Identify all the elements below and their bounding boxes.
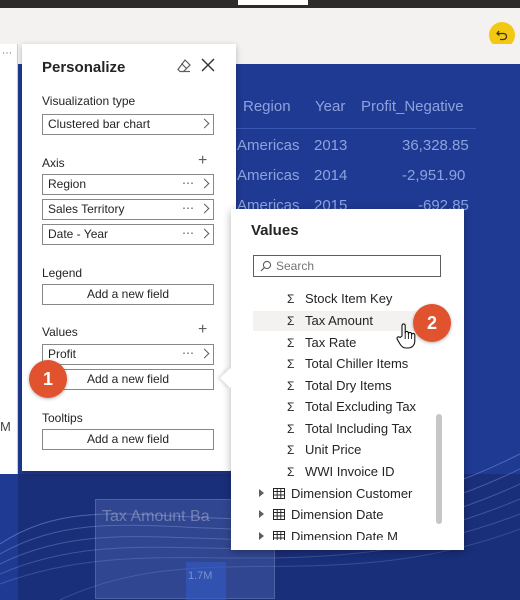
chevron-right-icon <box>199 228 210 239</box>
list-item-label: Total Including Tax <box>305 421 412 436</box>
legend-label: Legend <box>42 266 83 280</box>
chevron-right-icon <box>199 178 210 189</box>
list-item-stock-item-key[interactable]: Σ Stock Item Key <box>253 289 441 309</box>
undo-icon <box>496 30 508 41</box>
list-item-total-excluding-tax[interactable]: Σ Total Excluding Tax <box>253 397 441 417</box>
table-divider <box>236 128 476 129</box>
step-callout-2: 2 <box>413 304 451 342</box>
values-field-label: Profit <box>48 347 77 361</box>
table-icon <box>273 531 285 540</box>
table-header-year: Year <box>315 98 346 115</box>
table-header-profit: Profit_Negative <box>361 98 464 115</box>
sigma-icon: Σ <box>287 422 295 436</box>
add-value-icon[interactable]: + <box>198 322 207 338</box>
more-icon: ⋯ <box>2 48 12 59</box>
flyout-title: Values <box>251 222 299 239</box>
table-node-dimension-date[interactable]: Dimension Date <box>253 504 441 525</box>
visualization-type-value: Clustered bar chart <box>48 117 151 131</box>
left-visual: ⋯ M <box>0 44 18 474</box>
values-flyout: Values Σ Stock Item Key Σ Tax Amount Σ T… <box>220 209 464 550</box>
visualization-type-field[interactable]: Clustered bar chart <box>42 114 214 135</box>
list-item-label: Stock Item Key <box>305 291 393 306</box>
expand-icon[interactable] <box>259 510 264 518</box>
axis-field-sales-territory[interactable]: Sales Territory ⋯ <box>42 199 214 220</box>
list-item-label: Tax Rate <box>305 335 357 350</box>
table-node-dimension-customer[interactable]: Dimension Customer <box>253 483 441 504</box>
tooltips-label: Tooltips <box>42 411 83 425</box>
more-options-icon[interactable]: ⋯ <box>182 174 195 193</box>
hand-cursor-icon <box>396 323 416 349</box>
list-item-total-including-tax[interactable]: Σ Total Including Tax <box>253 419 441 439</box>
axis-field-date-year[interactable]: Date - Year ⋯ <box>42 224 214 245</box>
table-node-dimension-date-m[interactable]: Dimension Date M <box>253 526 441 540</box>
expand-icon[interactable] <box>259 489 264 497</box>
table-icon <box>273 509 285 520</box>
table-cell: -2,951.90 <box>402 167 466 184</box>
table-node-label: Dimension Date M <box>291 529 398 540</box>
search-input[interactable] <box>276 258 436 274</box>
table-cell: 2013 <box>314 137 348 154</box>
panel-title: Personalize <box>42 59 126 76</box>
sigma-icon: Σ <box>287 292 295 306</box>
scrollbar-thumb[interactable] <box>436 414 442 524</box>
expand-icon[interactable] <box>259 532 264 540</box>
background-card-value: 1.7M <box>188 570 213 582</box>
table-cell: 36,328.85 <box>402 137 469 154</box>
table-cell: Americas <box>237 167 300 184</box>
close-icon[interactable] <box>200 57 216 73</box>
add-axis-icon[interactable]: + <box>198 153 207 169</box>
values-label: Values <box>42 325 78 339</box>
sigma-icon: Σ <box>287 314 295 328</box>
legend-add-field-button[interactable]: Add a new field <box>42 284 214 305</box>
list-item-label: Total Excluding Tax <box>305 399 417 414</box>
axis-label: Axis <box>42 156 65 170</box>
eraser-icon[interactable] <box>176 58 192 74</box>
table-node-label: Dimension Customer <box>291 486 413 501</box>
list-item-label: Tax Amount <box>305 313 373 328</box>
more-options-icon[interactable]: ⋯ <box>182 224 195 243</box>
sigma-icon: Σ <box>287 336 295 350</box>
list-item-total-dry-items[interactable]: Σ Total Dry Items <box>253 376 441 396</box>
list-item-unit-price[interactable]: Σ Unit Price <box>253 440 441 460</box>
chevron-right-icon <box>199 118 210 129</box>
axis-field-label: Date - Year <box>48 227 109 241</box>
values-add-field-button[interactable]: Add a new field <box>42 369 214 390</box>
table-header-region: Region <box>243 98 291 115</box>
list-item-label: Total Dry Items <box>305 378 392 393</box>
table-cell: 2014 <box>314 167 348 184</box>
step-callout-1: 1 <box>29 360 67 398</box>
chevron-right-icon <box>199 348 210 359</box>
sigma-icon: Σ <box>287 357 295 371</box>
background-card-title: Tax Amount Ba <box>102 508 210 525</box>
axis-field-region[interactable]: Region ⋯ <box>42 174 214 195</box>
personalize-panel: Personalize Visualization type Clustered… <box>22 44 236 471</box>
more-options-icon[interactable]: ⋯ <box>182 199 195 218</box>
table-node-label: Dimension Date <box>291 507 384 522</box>
axis-field-label: Sales Territory <box>48 202 125 216</box>
sigma-icon: Σ <box>287 465 295 479</box>
list-item-total-chiller-items[interactable]: Σ Total Chiller Items <box>253 354 441 374</box>
top-bar <box>0 0 520 8</box>
table-cell: Americas <box>237 137 300 154</box>
tooltips-add-field-button[interactable]: Add a new field <box>42 429 214 450</box>
search-icon <box>260 260 272 272</box>
chevron-right-icon <box>199 203 210 214</box>
sigma-icon: Σ <box>287 379 295 393</box>
toolbar <box>0 8 520 48</box>
active-tab-indicator <box>238 0 308 5</box>
sigma-icon: Σ <box>287 443 295 457</box>
list-item-label: Unit Price <box>305 442 362 457</box>
sigma-icon: Σ <box>287 400 295 414</box>
table-icon <box>273 488 285 499</box>
values-field-profit[interactable]: Profit ⋯ <box>42 344 214 365</box>
more-options-icon[interactable]: ⋯ <box>182 344 195 363</box>
axis-field-label: Region <box>48 177 87 191</box>
list-item-wwi-invoice-id[interactable]: Σ WWI Invoice ID <box>253 462 441 482</box>
visualization-type-label: Visualization type <box>42 94 136 108</box>
list-item-label: WWI Invoice ID <box>305 464 395 479</box>
list-item-label: Total Chiller Items <box>305 356 409 371</box>
search-box[interactable] <box>253 255 441 277</box>
